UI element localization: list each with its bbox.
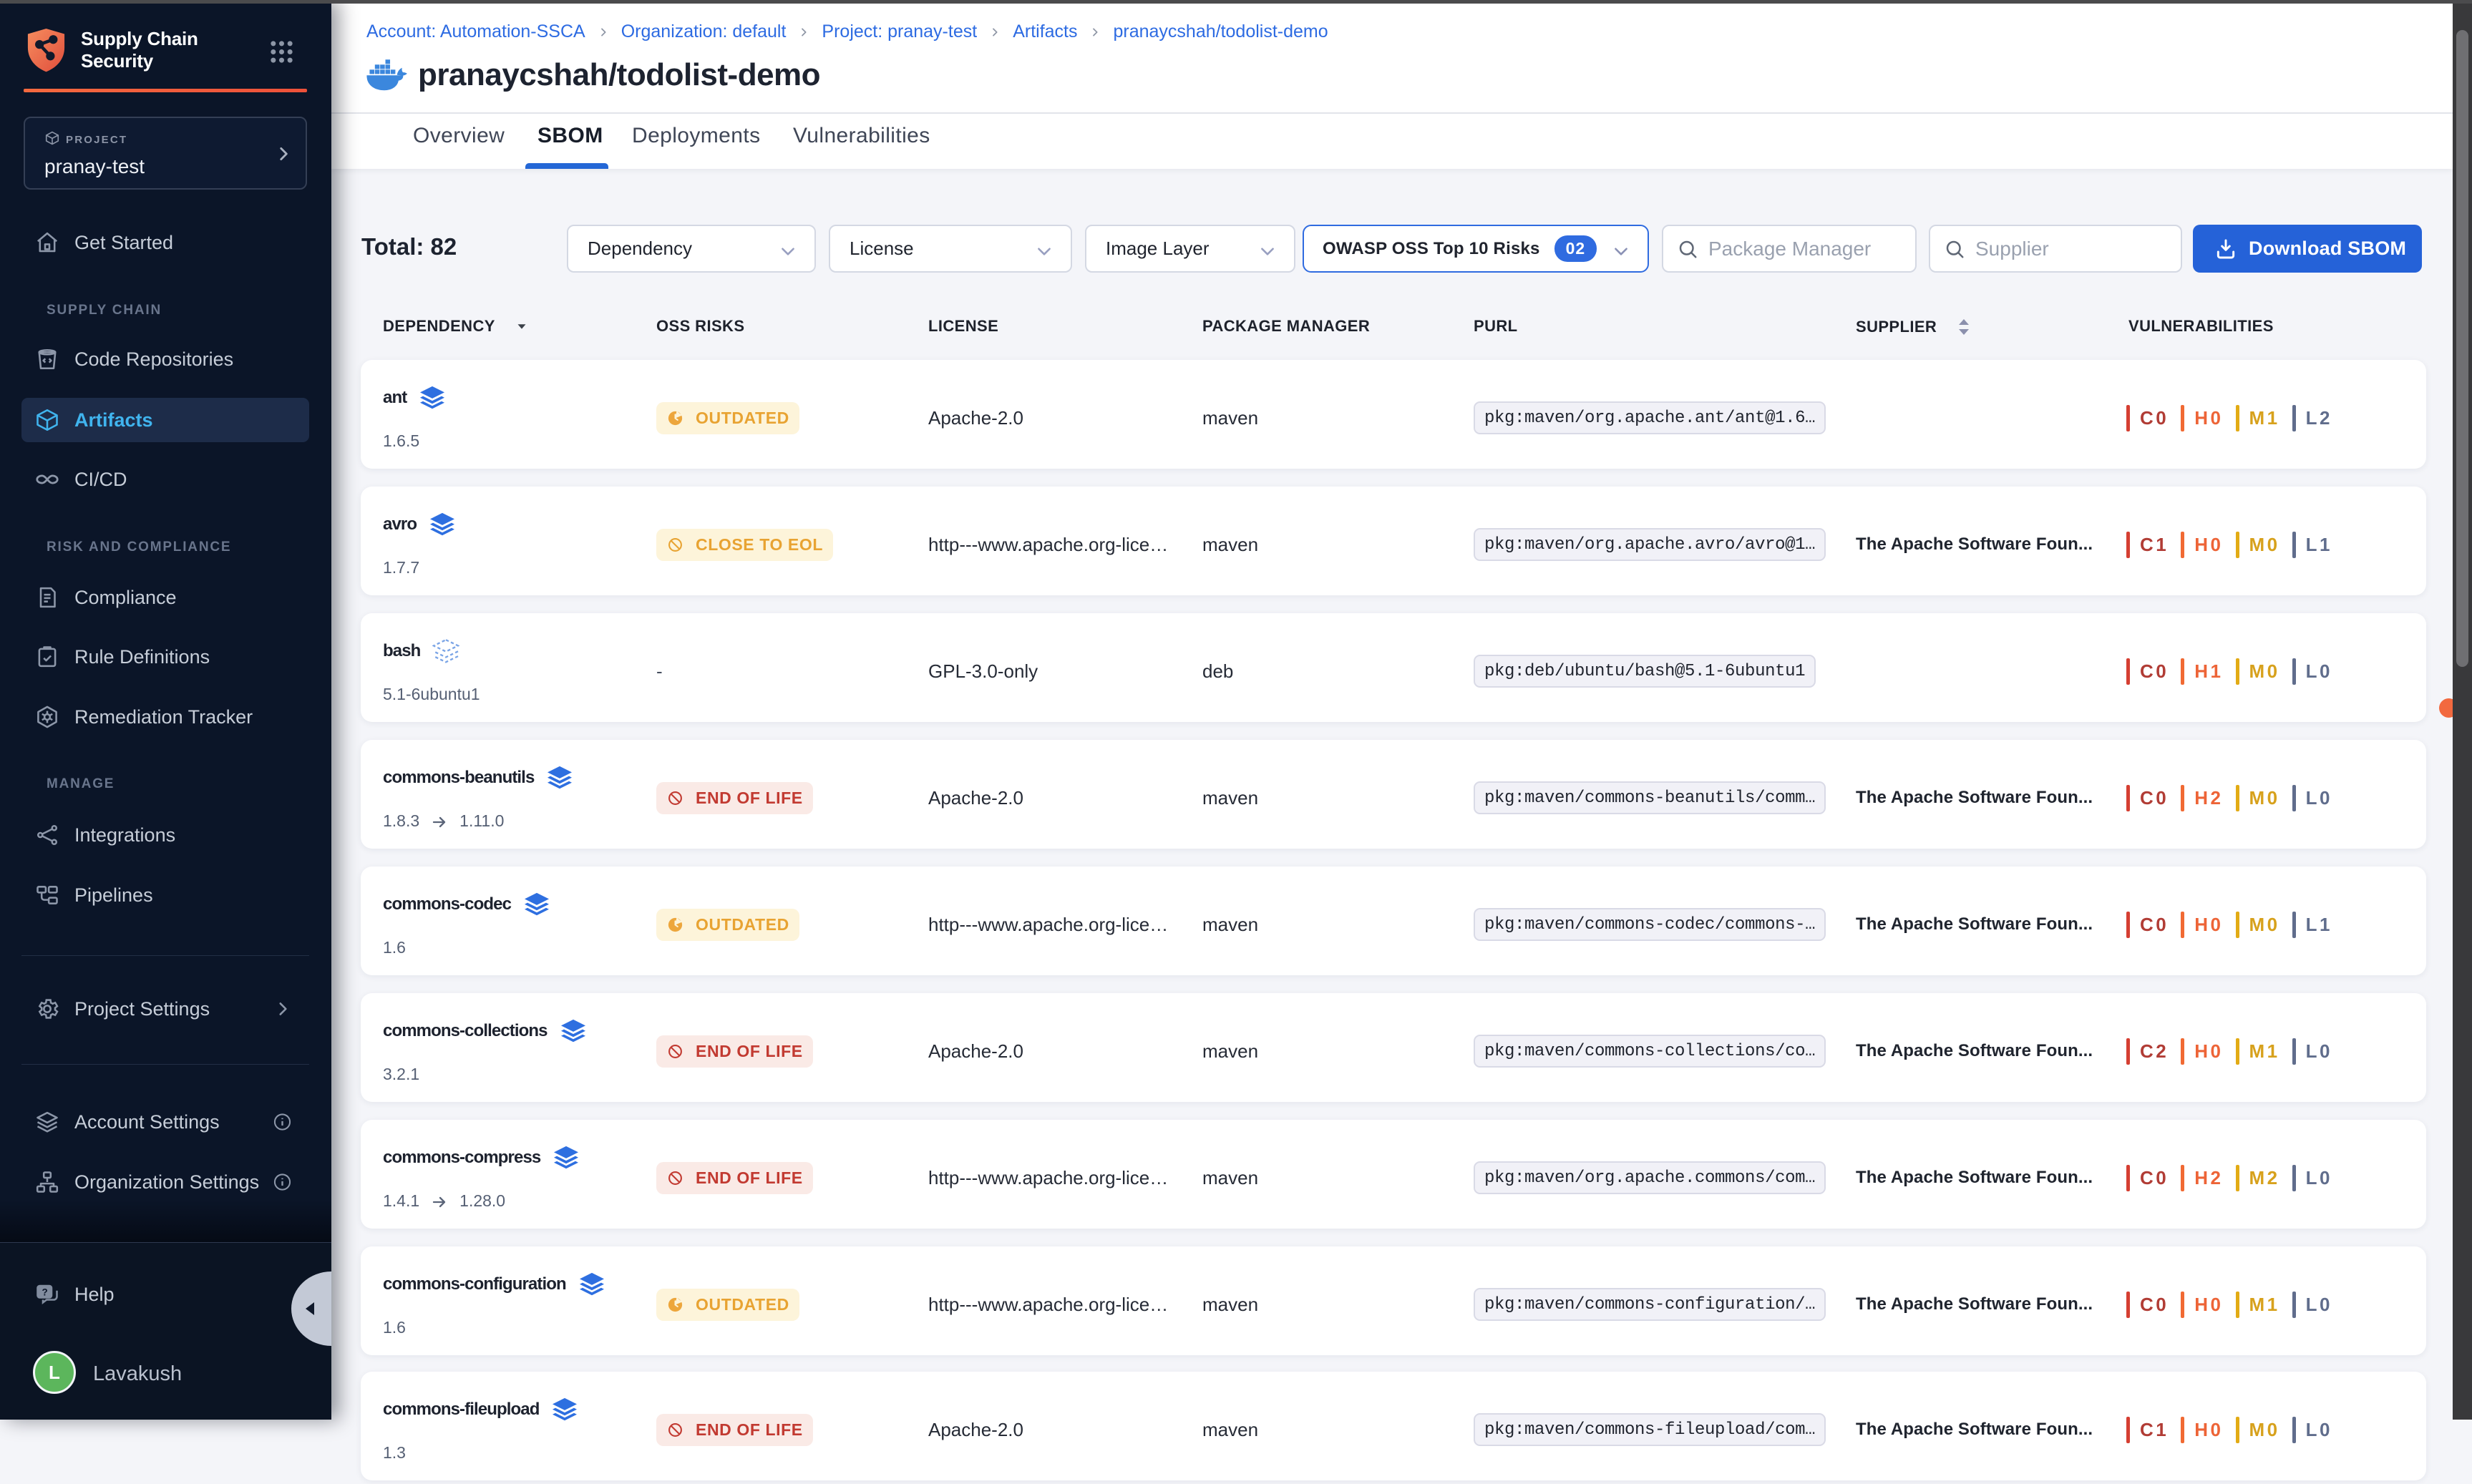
svg-text:?: ? (42, 1287, 48, 1298)
